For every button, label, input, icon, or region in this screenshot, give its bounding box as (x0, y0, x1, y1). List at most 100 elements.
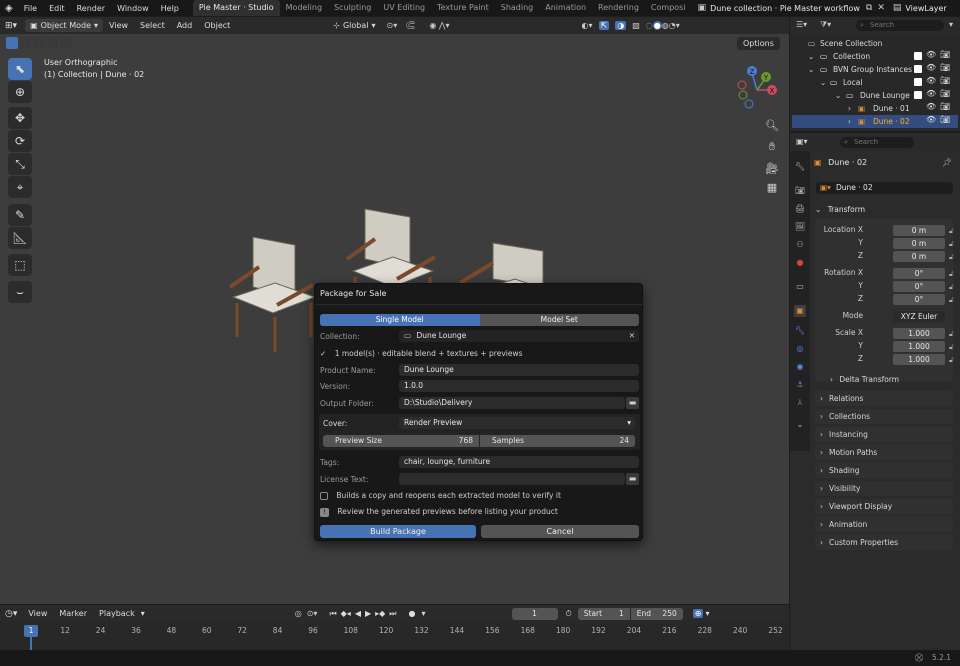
proportional-edit-icon[interactable]: ◉ ⋀▾ (429, 21, 449, 30)
product-name-input[interactable]: Dune Lounge (399, 364, 639, 376)
samples-field[interactable]: Samples 24 (480, 435, 635, 447)
menu-file[interactable]: File (18, 4, 43, 13)
transform-panel-header[interactable]: ⌄ Transform (815, 203, 953, 217)
record-icon[interactable]: ● (409, 609, 416, 618)
lock-icon[interactable]: 🔓︎ (949, 225, 954, 238)
new-scene-icon[interactable]: ⧉ (866, 3, 872, 13)
tab-model-set[interactable]: Model Set (479, 314, 639, 326)
end-frame-field[interactable]: End 250 (630, 607, 683, 620)
workspace-tab-rendering[interactable]: Rendering (592, 0, 645, 16)
current-frame-field[interactable]: 1 (511, 607, 558, 620)
lock-icon[interactable]: 🔓︎ (949, 281, 954, 294)
clear-collection-icon[interactable]: ✕ (629, 330, 635, 342)
select-subtract-icon[interactable] (33, 37, 45, 49)
annotate-tool[interactable]: ✎ (8, 204, 32, 226)
eye-icon[interactable]: 👁︎ (926, 50, 936, 63)
outliner-row-scene-collection[interactable]: ▭ Scene Collection (790, 37, 960, 50)
eye-icon[interactable]: 👁︎ (926, 89, 936, 102)
timeline-menu-playback[interactable]: Playback (93, 609, 141, 618)
eye-icon[interactable]: 👁︎ (926, 63, 936, 76)
mode-selector[interactable]: ▣ Object Mode ▾ (25, 19, 104, 32)
start-frame-field[interactable]: Start 1 (577, 607, 630, 620)
editor-type-icon[interactable]: ⊞▾ (0, 21, 22, 31)
checkbox-icon[interactable] (914, 78, 922, 86)
outliner-editor-icon[interactable]: ☰▾ (796, 20, 807, 29)
camera-icon[interactable]: 📷︎ (940, 76, 950, 89)
shading-solid-icon[interactable]: ● (652, 21, 662, 30)
delta-transform-header[interactable]: › Delta Transform (830, 375, 899, 384)
select-intersect-icon[interactable] (60, 37, 72, 49)
select-box-tool[interactable]: ⬉ (8, 58, 32, 80)
visibility-panel[interactable]: › Visibility (815, 481, 953, 496)
select-extend-icon[interactable] (19, 37, 32, 49)
overlay-toggle-icon[interactable]: ◑ (615, 21, 627, 30)
workspace-tab-uv-editing[interactable]: UV Editing (377, 0, 431, 16)
cover-selector[interactable]: Render Preview ▾ (399, 417, 635, 429)
expand-arrow-icon[interactable]: › (848, 102, 851, 115)
checkbox-icon[interactable] (914, 91, 922, 99)
transform-tool[interactable]: ⌖ (8, 176, 32, 198)
timeline-menu-marker[interactable]: Marker (53, 609, 93, 618)
gizmo-toggle-icon[interactable]: ⇱ (598, 21, 610, 30)
timeline-menu-view[interactable]: View (22, 609, 53, 618)
collection-selector[interactable]: ▭ Dune Lounge ✕ (399, 330, 639, 342)
tab-single-model[interactable]: Single Model (320, 314, 480, 326)
playhead[interactable]: 1 (24, 625, 38, 637)
snap-icon[interactable]: 🧲︎ (405, 21, 415, 30)
camera-icon[interactable]: 📷︎ (940, 89, 950, 102)
view-layer-tab-icon[interactable]: 🖼︎ (794, 221, 806, 233)
data-tab-icon[interactable]: ⅄ (794, 397, 806, 409)
verify-checkbox-icon[interactable] (320, 492, 328, 500)
rotation-mode-selector[interactable]: XYZ Euler (893, 311, 945, 322)
menu-help[interactable]: Help (155, 4, 185, 13)
lock-icon[interactable]: 🔓︎ (949, 268, 954, 281)
scale-tool[interactable]: ⤡ (8, 153, 32, 175)
timeline-view-icon[interactable]: ⊕ (692, 609, 704, 618)
expand-arrow-icon[interactable]: ⌄ (808, 50, 814, 63)
workspace-tab-sculpting[interactable]: Sculpting (328, 0, 377, 16)
move-tool[interactable]: ✥ (8, 107, 32, 129)
properties-editor-icon[interactable]: ▣▾ (796, 137, 808, 146)
scene-tab-icon[interactable]: ⚇ (794, 239, 806, 251)
output-tab-icon[interactable]: 🖨︎ (794, 203, 806, 215)
tags-input[interactable]: chair, lounge, furniture (399, 456, 639, 468)
location-y-field[interactable]: 0 m (893, 238, 945, 249)
properties-search[interactable]: ⌕ Search (840, 137, 914, 148)
next-keyframe-icon[interactable]: ▸◆ (375, 609, 385, 618)
custom-properties-panel[interactable]: › Custom Properties (815, 535, 953, 550)
collection-tab-icon[interactable]: ▭ (794, 281, 806, 293)
view-layer-icon[interactable]: ▤ (893, 3, 902, 13)
workspace-tab-shading[interactable]: Shading (495, 0, 540, 16)
workspace-tab-pie-master[interactable]: Pie Master · Studio (192, 0, 280, 16)
checkbox-icon[interactable] (914, 65, 922, 73)
constraints-tab-icon[interactable]: ⚓︎ (794, 379, 806, 391)
location-x-field[interactable]: 0 m (893, 225, 945, 236)
expand-arrow-icon[interactable]: › (848, 115, 851, 128)
scale-y-field[interactable]: 1.000 (893, 341, 945, 352)
collections-panel[interactable]: › Collections (815, 409, 953, 424)
cancel-button[interactable]: Cancel (481, 525, 639, 538)
outliner-filter-icon[interactable]: ▾ (949, 20, 953, 29)
more-tabs-icon[interactable]: ⌄ (794, 419, 806, 431)
outliner-search[interactable]: ⌕ Search (856, 20, 944, 31)
license-text-input[interactable] (399, 473, 625, 485)
prev-keyframe-icon[interactable]: ◆◂ (341, 609, 351, 618)
eye-icon[interactable]: 👁︎ (926, 102, 936, 115)
expand-arrow-icon[interactable]: ⌄ (808, 63, 814, 76)
scale-z-field[interactable]: 1.000 (893, 354, 945, 365)
shading-wireframe-icon[interactable]: ◌ (646, 21, 653, 30)
checkbox-icon[interactable] (914, 52, 922, 60)
zoom-icon[interactable]: 🔍︎ (763, 116, 781, 134)
expand-arrow-icon[interactable]: ⌄ (835, 89, 841, 102)
output-folder-input[interactable]: D:\Studio\Delivery (399, 397, 625, 409)
viewport-display-panel[interactable]: › Viewport Display (815, 499, 953, 514)
rotation-y-field[interactable]: 0° (893, 281, 945, 292)
preview-size-field[interactable]: Preview Size 768 (323, 435, 479, 447)
lock-icon[interactable]: 🔓︎ (949, 328, 954, 341)
options-button[interactable]: Options (737, 37, 780, 50)
workspace-tab-modeling[interactable]: Modeling (280, 0, 328, 16)
render-tab-icon[interactable]: 📷︎ (794, 185, 806, 197)
location-z-field[interactable]: 0 m (893, 251, 945, 262)
motion-paths-panel[interactable]: › Motion Paths (815, 445, 953, 460)
measure-tool[interactable]: 📐︎ (8, 227, 32, 249)
